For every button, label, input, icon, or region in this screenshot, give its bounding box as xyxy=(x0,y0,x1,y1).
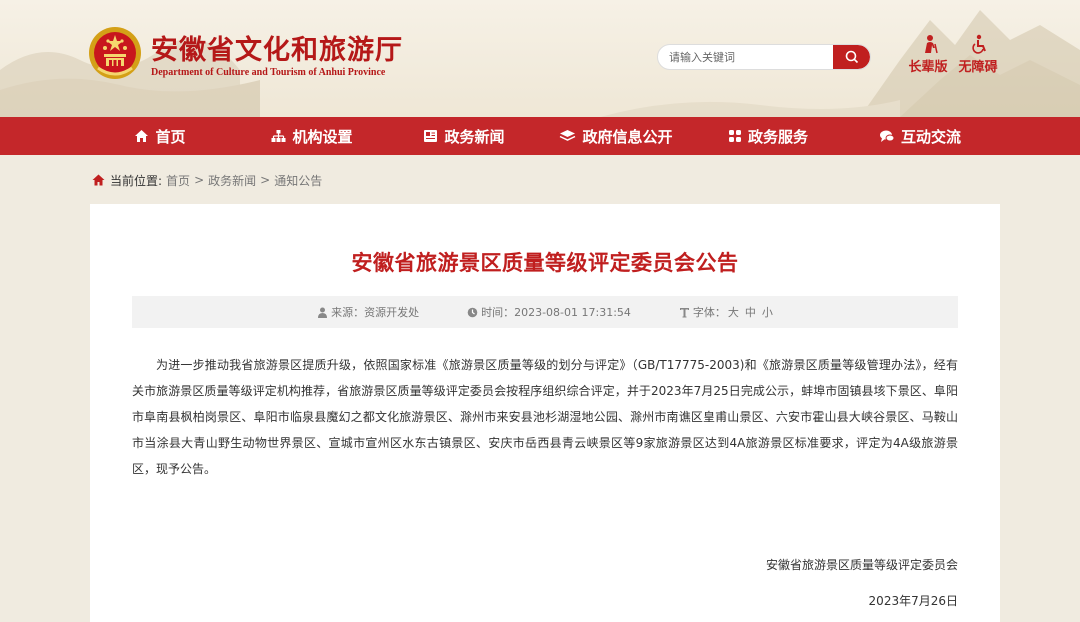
clock-icon xyxy=(467,307,478,317)
source-label: 来源： xyxy=(331,306,365,319)
breadcrumb-separator: > xyxy=(260,173,271,187)
nav-item-news[interactable]: 政务新闻 xyxy=(388,117,540,155)
nav-item-label: 机构设置 xyxy=(292,127,353,146)
layers-icon xyxy=(560,130,576,141)
nav-item-label: 政府信息公开 xyxy=(582,127,673,146)
site-title: 安徽省文化和旅游厅 xyxy=(151,35,403,66)
accessibility-link[interactable]: 无障碍 xyxy=(958,34,1002,75)
font-size-switcher: 字体： 大 中 小 xyxy=(679,304,773,320)
article-time: 时间： 2023-08-01 17:31:54 xyxy=(467,304,631,320)
site-header: 安徽省文化和旅游厅 Department of Culture and Tour… xyxy=(0,0,1080,117)
breadcrumb-label: 当前位置: xyxy=(110,173,163,188)
article-container: 安徽省旅游景区质量等级评定委员会公告 来源： 资源开发处 时间： 2023-08… xyxy=(90,204,1000,622)
article-signature: 安徽省旅游景区质量等级评定委员会 xyxy=(765,558,958,572)
breadcrumb-separator: > xyxy=(194,173,205,187)
site-subtitle: Department of Culture and Tourism of Anh… xyxy=(151,67,386,78)
home-icon xyxy=(135,130,149,142)
user-icon xyxy=(318,307,328,318)
national-emblem-logo xyxy=(89,27,141,79)
nav-item-home[interactable]: 首页 xyxy=(84,117,236,155)
nav-item-label: 互动交流 xyxy=(900,127,961,146)
grid-icon xyxy=(728,130,741,142)
font-icon xyxy=(679,307,689,317)
chat-icon xyxy=(879,130,895,142)
font-size-small[interactable]: 小 xyxy=(762,304,773,320)
sitemap-icon xyxy=(271,130,286,142)
article-source: 来源： 资源开发处 xyxy=(317,304,419,320)
article-body: 为进一步推动我省旅游景区提质升级，依照国家标准《旅游景区质量等级的划分与评定》（… xyxy=(132,358,958,476)
breadcrumb-home-link[interactable]: 首页 xyxy=(166,172,190,189)
search-icon xyxy=(845,50,858,64)
nav-item-organization[interactable]: 机构设置 xyxy=(236,117,388,155)
main-nav: 首页 机构设置 政务新闻 政府信息公开 政务服务 互动交流 xyxy=(0,117,1080,155)
nav-item-label: 政务新闻 xyxy=(444,127,505,146)
elder-mode-link[interactable]: 长辈版 xyxy=(908,34,952,75)
breadcrumb-notice-link[interactable]: 通知公告 xyxy=(274,172,322,189)
nav-item-services[interactable]: 政务服务 xyxy=(692,117,844,155)
time-value: 2023-08-01 17:31:54 xyxy=(514,305,631,319)
wheelchair-icon xyxy=(972,34,986,54)
article-meta-bar: 来源： 资源开发处 时间： 2023-08-01 17:31:54 字体： 大 … xyxy=(132,296,958,328)
nav-item-label: 政务服务 xyxy=(747,127,808,146)
breadcrumb: 当前位置: 首页 > 政务新闻 > 通知公告 xyxy=(92,171,322,189)
newspaper-icon xyxy=(424,130,438,142)
article-date: 2023年7月26日 xyxy=(868,594,958,608)
font-label: 字体： xyxy=(692,306,726,319)
elder-mode-label: 长辈版 xyxy=(908,60,948,75)
search-button[interactable] xyxy=(833,45,870,69)
nav-item-interaction[interactable]: 互动交流 xyxy=(844,117,996,155)
accessibility-label: 无障碍 xyxy=(958,60,998,75)
search-input[interactable] xyxy=(658,45,834,69)
font-size-large[interactable]: 大 xyxy=(728,304,739,320)
home-icon xyxy=(92,174,105,186)
search-box xyxy=(657,44,871,70)
nav-item-info-disclosure[interactable]: 政府信息公开 xyxy=(540,117,692,155)
nav-item-label: 首页 xyxy=(155,127,186,146)
breadcrumb-news-link[interactable]: 政务新闻 xyxy=(208,172,256,189)
elder-icon xyxy=(925,35,938,54)
source-value: 资源开发处 xyxy=(364,306,420,319)
article-title: 安徽省旅游景区质量等级评定委员会公告 xyxy=(351,251,739,275)
time-label: 时间： xyxy=(481,306,515,319)
font-size-medium[interactable]: 中 xyxy=(745,304,756,320)
